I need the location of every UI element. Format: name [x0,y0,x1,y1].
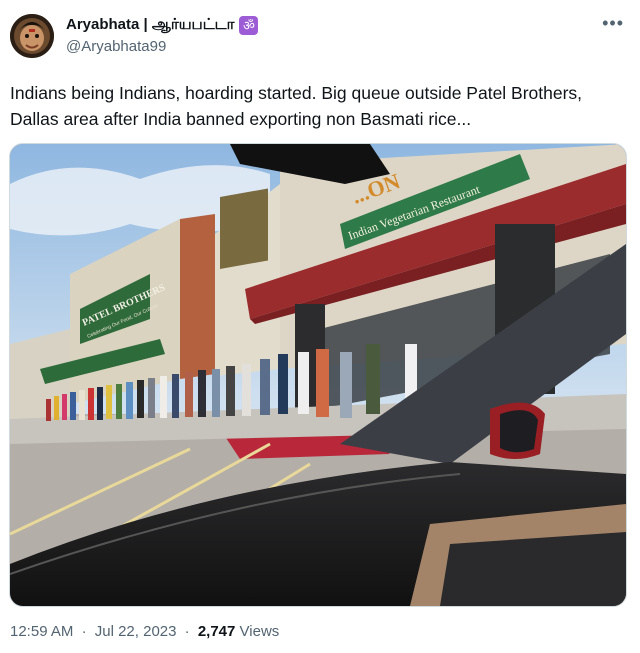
more-dots-icon[interactable]: ••• [602,14,624,32]
meta-separator: · [81,623,87,640]
meta-separator: · [184,623,190,640]
om-badge-icon: ॐ [239,15,259,35]
tweet-meta: 12:59 AM · Jul 22, 2023 · 2,747 Views [10,623,279,640]
user-handle[interactable]: @Aryabhata99 [66,38,166,55]
avatar[interactable] [10,14,54,58]
tweet-date[interactable]: Jul 22, 2023 [95,623,177,640]
author-name-row: Aryabhata | ஆர்யபட்டா ॐ [66,15,259,35]
tweet-card: Aryabhata | ஆர்யபட்டா ॐ @Aryabhata99 •••… [0,0,640,653]
tweet-text: Indians being Indians, hoarding started.… [10,83,583,129]
tweet-time[interactable]: 12:59 AM [10,623,73,640]
avatar-image [10,14,54,58]
tweet-photo[interactable]: PATEL BROTHERS Celebrating Our Food, Our… [9,143,627,607]
store-queue-photo: PATEL BROTHERS Celebrating Our Food, Our… [10,144,626,606]
display-name[interactable]: Aryabhata | ஆர்யபட்டா [66,16,234,35]
views-count: 2,747 [197,623,236,640]
views-label: Views [239,623,280,640]
